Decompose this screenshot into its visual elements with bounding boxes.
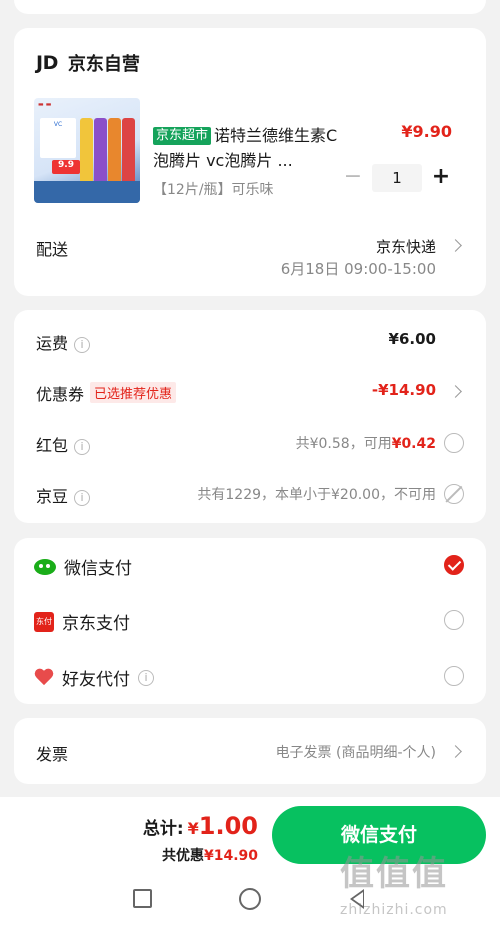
delivery-time: 6月18日 09:00-15:00 [280,260,436,278]
shipping-label: 运费 i [36,330,91,354]
product-tube [80,118,93,188]
payment-option-label: 京东支付 [62,614,130,634]
product-image-background [34,181,140,203]
product-tube [122,118,135,188]
watermark-text: 值值值 [340,854,448,894]
jdbean-label: 京豆 i [36,483,91,507]
discount-line: 共优惠¥14.90 [162,845,258,865]
jdbean-label-text: 京豆 [36,487,69,506]
info-icon[interactable]: i [74,490,91,506]
product-image-price-badge: 9.9 [52,160,80,174]
discount-label: 共优惠 [161,848,204,864]
quantity-input[interactable]: 1 [372,164,422,192]
product-image-brand-bar: ▬ ▬ [38,101,52,108]
recent-apps-button[interactable] [133,889,152,908]
quantity-minus-button[interactable]: − [338,164,368,192]
redpacket-info-text: 共¥0.58，可用 [295,436,392,452]
info-icon[interactable]: i [74,439,91,455]
invoice-label: 发票 [36,745,69,764]
delivery-method: 京东快递 [375,238,436,256]
product-price: ¥9.90 [401,122,452,141]
payment-option-wechat[interactable]: 微信支付 [34,554,132,579]
watermark-site: zhizhizhi.com [340,902,448,918]
product-image[interactable]: ▬ ▬ VC 9.9 [34,98,140,203]
previous-card [14,0,486,14]
invoice-card[interactable]: 发票 电子发票 (商品明细-个人) [14,718,486,784]
redpacket-label: 红包 i [36,432,91,456]
wechat-icon [34,558,56,575]
quantity-plus-button[interactable]: + [426,164,456,192]
heart-icon [34,669,54,687]
total-line: 总计: ¥ 1.00 [143,812,258,840]
shop-name: 京东自营 [67,54,140,75]
payment-option-label: 好友代付 [62,670,130,690]
redpacket-info: 共¥0.58，可用¥0.42 [296,433,436,453]
product-spec: 【12片/瓶】可乐味 [153,182,274,198]
info-icon[interactable]: i [138,669,154,686]
coupon-value: -¥14.90 [371,381,436,399]
jdpay-icon: 东付 [34,611,54,632]
jd-logo: JD [36,52,58,74]
payment-radio-friend[interactable] [444,666,464,686]
product-image-box: VC [40,118,76,158]
coupon-tag: 已选推荐优惠 [90,382,177,403]
payment-radio-jdpay[interactable] [444,610,464,630]
total-currency: ¥ [187,819,199,838]
home-button[interactable] [239,888,261,910]
jdbean-info: 共有1229，本单小于¥20.00，不可用 [197,487,436,503]
quantity-stepper: − 1 + [338,164,456,192]
product-tube [108,118,121,188]
fees-card: 运费 i ¥6.00 优惠券 已选推荐优惠 -¥14.90 红包 i 共¥0.58，可… [14,310,486,523]
payment-option-friend[interactable]: 好友代付 i [34,665,154,690]
watermark: 值值值 zhizhizhi.com [340,846,490,921]
payment-option-jdpay[interactable]: 东付 京东支付 [34,609,130,634]
invoice-value: 电子发票 (商品明细-个人) [275,745,436,761]
payment-card: 微信支付 东付 京东支付 好友代付 i [14,538,486,704]
delivery-label: 配送 [36,240,69,259]
shop-header: JD 京东自营 [36,50,140,76]
redpacket-available: ¥0.42 [391,436,436,452]
jd-supermarket-tag: 京东超市 [153,127,212,145]
jdbean-disabled-icon [444,484,464,504]
chevron-right-icon [449,745,462,758]
total-amount: 1.00 [198,812,258,840]
coupon-label-text: 优惠券 [36,385,85,404]
redpacket-label-text: 红包 [36,436,69,455]
total-label: 总计: [142,819,184,839]
chevron-right-icon [449,385,462,398]
redpacket-radio[interactable] [444,433,464,453]
shipping-value: ¥6.00 [388,330,436,348]
coupon-label: 优惠券 已选推荐优惠 [36,381,177,405]
product-title[interactable]: 京东超市 诺特兰德维生素C泡腾片 vc泡腾片 ... [153,123,353,173]
payment-radio-wechat[interactable] [444,555,464,575]
payment-option-label: 微信支付 [64,559,132,579]
shipping-label-text: 运费 [36,334,69,353]
discount-value: ¥14.90 [203,848,258,864]
info-icon[interactable]: i [74,337,91,353]
product-tube [94,118,107,188]
